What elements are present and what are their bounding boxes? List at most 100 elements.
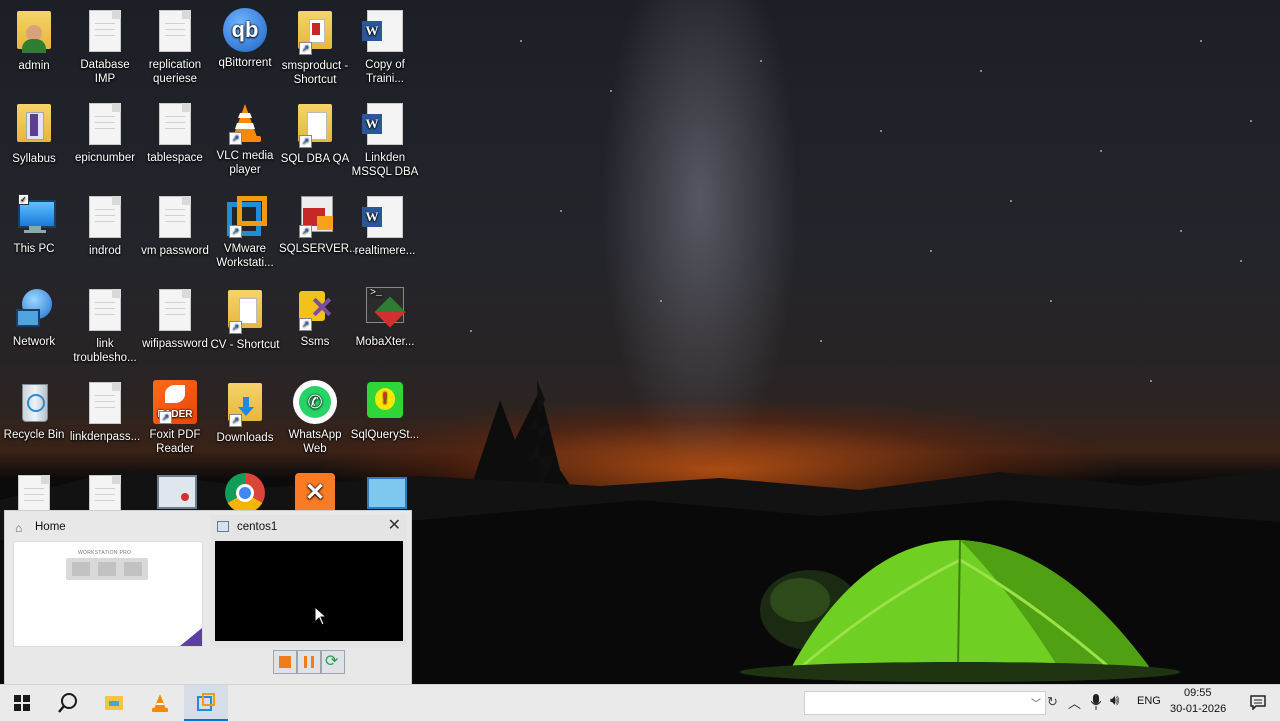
desktop-icon-realtimere[interactable]: W realtimere... [349,194,421,258]
desktop-icon-recycle-bin[interactable]: Recycle Bin [0,380,70,442]
desktop-icon-label: tablespace [147,152,203,164]
text-file-icon [83,10,127,54]
desktop-icon-epicnumber[interactable]: epicnumber [69,101,141,165]
desktop-icon-vm-password[interactable]: vm password [139,194,211,258]
vmware-icon: ↗ [223,194,267,238]
word-document-icon: W [362,10,407,54]
taskbar-thumbnail-popup: ⌂ Home WORKSTATION PRO centos1 ✕ ⟳ [4,510,412,686]
desktop-icon-replication-queriese[interactable]: replication queriese [139,8,211,86]
desktop-icon-database-imp[interactable]: Database IMP [69,8,141,86]
windows-logo-icon [14,695,30,711]
qbittorrent-icon: qb [223,8,267,52]
desktop-icon-vlc[interactable]: ↗ VLC media player [209,101,281,177]
close-icon[interactable]: ✕ [388,517,401,535]
desktop-icon-label: WhatsApp Web [288,429,342,455]
desktop-icon-this-pc[interactable]: ✓ This PC [0,194,70,256]
clock-date[interactable]: 30-01-2026 [1170,703,1226,715]
sqlserver-setup-icon: ↗ [293,194,337,238]
show-hidden-icons-chevron-icon[interactable]: ︿ [1068,693,1081,712]
desktop-icon-copy-of-training[interactable]: W Copy of Traini... [349,8,421,86]
text-file-icon [153,289,197,333]
language-indicator[interactable]: ENG [1137,695,1161,707]
home-icon: ⌂ [15,521,23,535]
terminal-icon: >_ [363,287,407,331]
desktop-icon-label: linkdenpass... [69,431,141,443]
desktop-icon-qbittorrent[interactable]: qb qBittorrent [209,8,281,70]
desktop-icon-mobaxterm[interactable]: >_ MobaXter... [349,287,421,349]
volume-icon[interactable]: 🔊︎ [1110,692,1119,709]
word-document-icon: W [362,103,407,147]
desktop-icon-label: indrod [89,245,121,257]
desktop-icon-vmware-workstation[interactable]: ↗ VMware Workstati... [209,194,281,270]
desktop-icon-wifipassword[interactable]: wifipassword [139,287,211,351]
home-tab-title: Home [35,521,66,533]
mouse-cursor-icon [314,606,328,626]
text-file-icon [153,196,197,240]
desktop-icon-label: VLC media player [216,150,274,176]
home-tab-preview[interactable]: ⌂ Home WORKSTATION PRO [9,515,205,647]
taskbar-file-explorer[interactable] [92,685,136,721]
microphone-icon[interactable] [1091,694,1101,710]
vm-tab-title: centos1 [237,521,278,533]
action-center-button[interactable] [1238,685,1278,721]
desktop-icon-ssms[interactable]: ↗ Ssms [279,287,351,349]
desktop-icon-linkden-mssql-dba[interactable]: W Linkden MSSQL DBA [349,101,421,179]
desktop-icon-sql-dba-qa[interactable]: ↗ SQL DBA QA [279,101,351,166]
desktop-icon-linkdenpass[interactable]: linkdenpass... [69,380,141,444]
chevron-down-icon[interactable]: ﹀ [1031,695,1041,710]
taskbar-search-input[interactable] [809,693,1013,713]
folder-shortcut-icon: ↗ [293,11,337,55]
desktop-icon-label: replication queriese [148,59,202,85]
desktop-icon-network[interactable]: Network [0,287,70,349]
text-file-icon [83,196,127,240]
vmware-icon [197,693,215,711]
taskbar-vlc[interactable] [138,685,182,721]
folder-icon: ↗ [293,104,337,148]
recycle-bin-icon [12,380,56,424]
folder-icon [12,104,56,148]
desktop-icon-admin[interactable]: admin [0,8,70,73]
desktop-icon-sqlserver[interactable]: ↗ SQLSERVER... [279,194,359,256]
desktop-icon-label: MobaXter... [355,336,415,348]
vm-pause-button[interactable] [297,650,321,674]
desktop-icon-label: Network [12,336,56,348]
centos1-vm-preview[interactable]: centos1 ✕ [211,515,407,647]
taskbar-vmware-workstation-active[interactable] [184,685,228,721]
desktop-icon-cv-shortcut[interactable]: ↗ CV - Shortcut [209,287,281,352]
search-button[interactable] [46,685,90,721]
desktop-icon-label: wifipassword [142,338,208,350]
desktop-icon-tablespace[interactable]: tablespace [139,101,211,165]
desktop-icon-label: Linkden MSSQL DBA [351,152,419,178]
desktop-icon-label: Recycle Bin [3,429,65,441]
vm-stop-button[interactable] [273,650,297,674]
desktop-icon-label: SqlQuerySt... [350,429,420,441]
desktop-icon-label: realtimere... [354,245,416,257]
text-file-icon [153,10,197,54]
taskbar-search-box[interactable]: ﹀ [804,691,1046,715]
clock-time[interactable]: 09:55 [1184,687,1212,699]
desktop-icon-label: Downloads [216,432,274,444]
desktop-icon-downloads[interactable]: ↗ Downloads [209,380,281,445]
desktop-icon-label: admin [18,60,50,72]
desktop-icon-smsproduct-shortcut[interactable]: ↗ smsproduct - Shortcut [279,8,351,87]
desktop-icon-label: SQLSERVER... [279,243,359,255]
desktop-icon-label: Foxit PDF Reader [149,429,201,455]
desktop-icon-indrod[interactable]: indrod [69,194,141,258]
start-button[interactable] [0,685,44,721]
text-file-icon [83,103,127,147]
vm-restart-button[interactable]: ⟳ [321,650,345,674]
vlc-cone-icon: ↗ [223,101,267,145]
text-file-icon [153,103,197,147]
word-document-icon: W [362,196,407,240]
desktop-icon-link-troubleshoot[interactable]: link troublesho... [69,287,141,365]
desktop-icon-syllabus[interactable]: Syllabus [0,101,70,166]
vlc-cone-icon [152,694,168,712]
desktop-icon-foxit-pdf-reader[interactable]: EADER ↗ Foxit PDF Reader [139,380,211,456]
desktop-icon-whatsapp-web[interactable]: ✆ WhatsApp Web [279,380,351,456]
whatsapp-icon: ✆ [293,380,337,424]
desktop-icon-sqlquerystress[interactable]: ! SqlQuerySt... [349,380,421,442]
refresh-icon[interactable]: ↻ [1047,694,1058,710]
desktop-icon-label: link troublesho... [73,338,137,364]
user-folder-icon [12,11,56,55]
home-thumbnail-image: WORKSTATION PRO [13,541,203,647]
